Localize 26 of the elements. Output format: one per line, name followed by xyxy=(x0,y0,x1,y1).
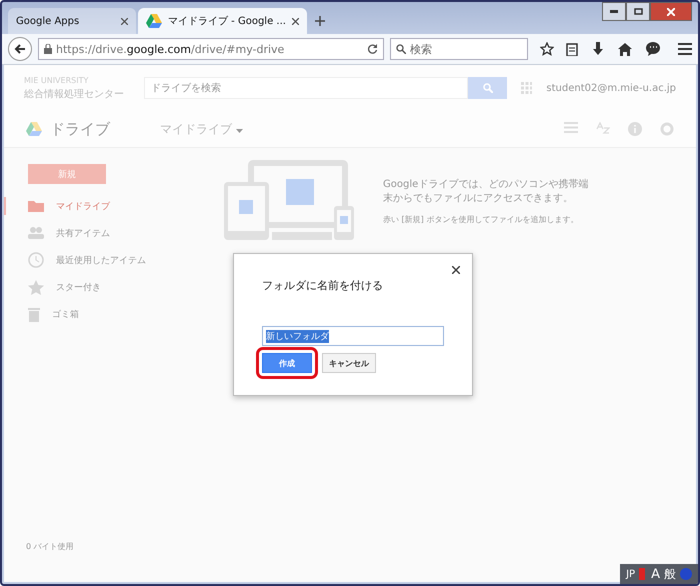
account-email[interactable]: student02@m.mie-u.ac.jp xyxy=(546,82,676,94)
input-mode[interactable]: A xyxy=(651,566,660,582)
url-text: https://drive.google.com/drive/#my-drive xyxy=(56,42,286,56)
dialog-title: フォルダに名前を付ける xyxy=(262,278,384,293)
create-button[interactable]: 作成 xyxy=(262,353,312,373)
cancel-button[interactable]: キャンセル xyxy=(322,353,376,373)
search-field[interactable]: 検索 xyxy=(390,38,528,60)
sidebar-item[interactable]: 共有アイテム xyxy=(4,224,184,242)
language-indicator[interactable]: JP xyxy=(626,568,636,580)
browser-tab[interactable]: Google Apps xyxy=(8,8,136,34)
center-name: 総合情報処理センター xyxy=(24,88,125,100)
storage-usage: 0 バイト使用 xyxy=(26,541,75,552)
drive-search-field[interactable]: ドライブを検索 xyxy=(144,77,468,99)
kana-mode[interactable]: 般 xyxy=(664,566,676,582)
browser-tab[interactable]: マイドライブ - Google ... xyxy=(138,8,307,34)
location-dropdown[interactable]: マイドライブ xyxy=(160,120,243,138)
sidebar-item[interactable]: 最近使用したアイテム xyxy=(4,251,184,269)
product-name: ドライブ xyxy=(50,120,110,138)
address-bar[interactable]: https://drive.google.com/drive/#my-drive xyxy=(38,38,384,60)
folder-name-input[interactable]: 新しいフォルダ xyxy=(262,326,444,346)
info-text: 赤い [新規] ボタンを使用してファイルを追加します。 xyxy=(383,215,580,226)
sidebar-item[interactable]: マイドライブ xyxy=(4,197,184,215)
new-button[interactable]: 新規 xyxy=(28,164,106,184)
info-text: Googleドライブでは、どのパソコンや携帯端末からでもファイルにアクセスできます。 xyxy=(383,178,590,205)
sidebar-item[interactable]: ゴミ箱 xyxy=(4,305,184,323)
sidebar-item[interactable]: スター付き xyxy=(4,278,184,296)
